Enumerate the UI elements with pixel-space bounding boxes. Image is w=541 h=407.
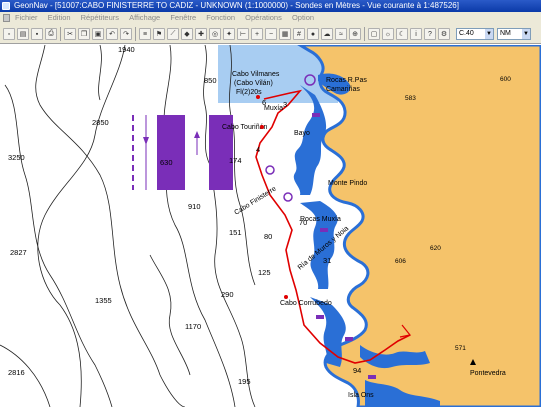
ruler-icon[interactable]: ⊢ bbox=[237, 28, 249, 40]
chevron-down-icon: ▼ bbox=[522, 29, 530, 39]
place-label: Pontevedra bbox=[470, 370, 506, 377]
depth-label: 290 bbox=[221, 290, 234, 299]
menu-bar: Fichier Edition Répétiteurs Affichage Fe… bbox=[0, 12, 541, 24]
place-label: Rocas Muxía bbox=[300, 216, 341, 223]
place-label: Camariñas bbox=[326, 86, 360, 93]
redo-icon[interactable]: ↷ bbox=[120, 28, 132, 40]
view-icon[interactable]: ▢ bbox=[368, 28, 380, 40]
depth-label: 80 bbox=[264, 232, 272, 241]
compass-icon[interactable]: ✦ bbox=[223, 28, 235, 40]
depth-label: 31 bbox=[323, 256, 331, 265]
night-mode-icon[interactable]: ☾ bbox=[396, 28, 408, 40]
place-label: Cabo Vilmanes bbox=[232, 71, 280, 78]
place-label: Fl(2)20s bbox=[236, 89, 262, 96]
undo-icon[interactable]: ↶ bbox=[106, 28, 118, 40]
zoom-in-icon[interactable]: + bbox=[251, 28, 263, 40]
place-label: Monte Pindo bbox=[328, 180, 367, 187]
mark-icon[interactable]: ✚ bbox=[195, 28, 207, 40]
paste-icon[interactable]: ▣ bbox=[92, 28, 104, 40]
cut-icon[interactable]: ✂ bbox=[64, 28, 76, 40]
weather-icon[interactable]: ☁ bbox=[321, 28, 333, 40]
save-icon[interactable]: ▪ bbox=[31, 28, 43, 40]
tide-icon[interactable]: ≈ bbox=[335, 28, 347, 40]
menu-edition[interactable]: Edition bbox=[44, 12, 75, 24]
height-label: 620 bbox=[430, 245, 441, 252]
depth-label: 1170 bbox=[185, 322, 201, 331]
new-file-icon[interactable]: ▫ bbox=[3, 28, 15, 40]
target-icon[interactable]: ◎ bbox=[209, 28, 221, 40]
place-label: Rocas R.Pas bbox=[326, 77, 367, 84]
settings-icon[interactable]: ⚙ bbox=[438, 28, 450, 40]
height-label: 583 bbox=[405, 95, 416, 102]
zoom-combo[interactable]: C.40 ▼ bbox=[456, 28, 494, 40]
menu-affichage[interactable]: Affichage bbox=[125, 12, 164, 24]
window-title-bar: GeonNav - [51007:CABO FINISTERRE TO CADI… bbox=[0, 0, 541, 12]
window-title: GeonNav - [51007:CABO FINISTERRE TO CADI… bbox=[14, 1, 459, 10]
info-icon[interactable]: i bbox=[410, 28, 422, 40]
units-combo[interactable]: NM ▼ bbox=[497, 28, 531, 40]
chart-icon[interactable]: ▦ bbox=[279, 28, 291, 40]
menu-fonction[interactable]: Fonction bbox=[202, 12, 239, 24]
menu-option[interactable]: Option bbox=[288, 12, 318, 24]
height-label: 571 bbox=[455, 345, 466, 352]
depth-label: 125 bbox=[258, 268, 271, 277]
depth-label: 174 bbox=[229, 156, 242, 165]
document-menu-icon[interactable] bbox=[3, 14, 10, 22]
radar-icon[interactable]: ● bbox=[307, 28, 319, 40]
depth-label: 151 bbox=[229, 228, 242, 237]
menu-repetiteurs[interactable]: Répétiteurs bbox=[77, 12, 123, 24]
chevron-down-icon: ▼ bbox=[485, 29, 493, 39]
depth-label: 630 bbox=[160, 158, 173, 167]
flag-icon[interactable]: ⚑ bbox=[153, 28, 165, 40]
day-mode-icon[interactable]: ☼ bbox=[382, 28, 394, 40]
menu-fenetre[interactable]: Fenêtre bbox=[166, 12, 200, 24]
height-label: 606 bbox=[395, 258, 406, 265]
depth-label: 3250 bbox=[8, 153, 25, 162]
place-label: Cabo Corrubedo bbox=[280, 300, 332, 307]
grid-icon[interactable]: # bbox=[293, 28, 305, 40]
depth-label: 2850 bbox=[92, 118, 109, 127]
print-icon[interactable]: ⎙ bbox=[45, 28, 57, 40]
depth-label: 850 bbox=[204, 76, 217, 85]
depth-label: 1940 bbox=[118, 45, 135, 54]
depth-label: 2816 bbox=[8, 368, 25, 377]
toolbar: ▫ ▤ ▪ ⎙ ✂ ❐ ▣ ↶ ↷ ≡ ⚑ ⟋ ◆ ✚ ◎ ✦ ⊢ + − ▦ … bbox=[0, 24, 541, 44]
waypoint-icon[interactable]: ◆ bbox=[181, 28, 193, 40]
depth-label: 2827 bbox=[10, 248, 27, 257]
chart-canvas[interactable]: 1940 2850 3250 2827 2816 1355 1170 850 6… bbox=[0, 45, 541, 407]
depth-label: 1355 bbox=[95, 296, 112, 305]
gps-icon[interactable]: ⊕ bbox=[349, 28, 361, 40]
depth-label: 4 bbox=[256, 145, 260, 154]
height-label: 600 bbox=[500, 76, 511, 83]
app-icon bbox=[2, 2, 10, 10]
depth-label: 195 bbox=[238, 377, 251, 386]
place-label: Muxía bbox=[264, 105, 283, 112]
place-label: Isla Ons bbox=[348, 392, 374, 399]
copy-icon[interactable]: ❐ bbox=[78, 28, 90, 40]
zoom-out-icon[interactable]: − bbox=[265, 28, 277, 40]
route-icon[interactable]: ⟋ bbox=[167, 28, 179, 40]
place-label: Bayo bbox=[294, 130, 310, 137]
help-icon[interactable]: ? bbox=[424, 28, 436, 40]
depth-label: 910 bbox=[188, 202, 201, 211]
menu-operations[interactable]: Opérations bbox=[241, 12, 286, 24]
depth-label: 3 bbox=[283, 100, 287, 109]
menu-fichier[interactable]: Fichier bbox=[11, 12, 42, 24]
place-label: (Cabo Vilán) bbox=[234, 80, 273, 87]
layers-icon[interactable]: ≡ bbox=[139, 28, 151, 40]
depth-label: 94 bbox=[353, 366, 361, 375]
open-file-icon[interactable]: ▤ bbox=[17, 28, 29, 40]
